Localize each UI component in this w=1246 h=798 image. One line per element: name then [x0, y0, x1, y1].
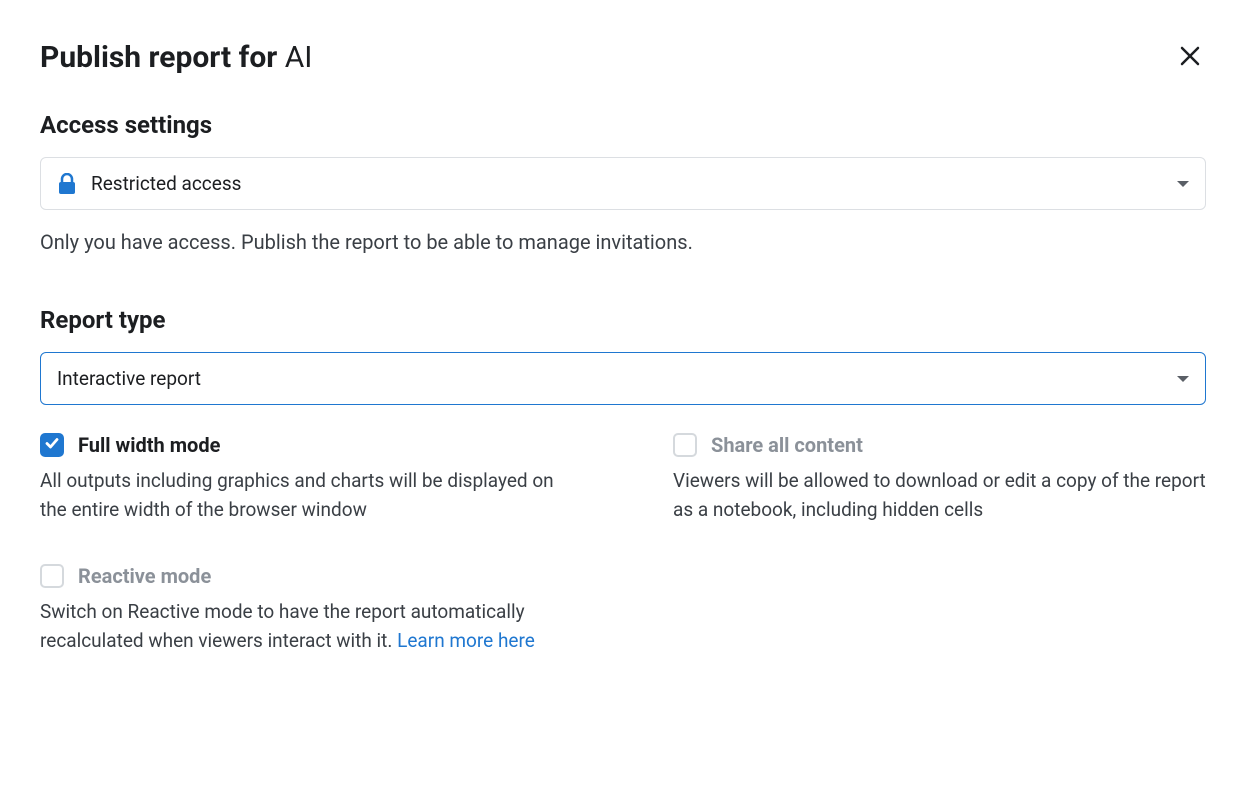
- share-all-checkbox[interactable]: [673, 433, 697, 457]
- reactive-checkbox[interactable]: [40, 564, 64, 588]
- close-button[interactable]: [1174, 40, 1206, 75]
- full-width-desc: All outputs including graphics and chart…: [40, 467, 573, 524]
- option-header: Full width mode: [40, 433, 573, 457]
- report-type-dropdown[interactable]: Interactive report: [40, 352, 1206, 405]
- share-all-label: Share all content: [711, 433, 863, 457]
- option-reactive: Reactive mode Switch on Reactive mode to…: [40, 564, 573, 655]
- access-dropdown[interactable]: Restricted access: [40, 157, 1206, 210]
- report-type-selected-value: Interactive report: [57, 367, 1163, 390]
- access-helper-text: Only you have access. Publish the report…: [40, 228, 1206, 256]
- dialog-header: Publish report for AI: [40, 40, 1206, 75]
- close-icon: [1178, 44, 1202, 71]
- lock-icon: [57, 173, 77, 195]
- full-width-label: Full width mode: [78, 433, 220, 457]
- title-prefix: Publish report for: [40, 40, 285, 75]
- option-header: Share all content: [673, 433, 1206, 457]
- option-header: Reactive mode: [40, 564, 573, 588]
- reactive-desc: Switch on Reactive mode to have the repo…: [40, 598, 573, 655]
- access-selected-value: Restricted access: [91, 172, 1163, 195]
- dialog-title: Publish report for AI: [40, 40, 312, 75]
- report-type-heading: Report type: [40, 306, 1206, 334]
- share-all-desc: Viewers will be allowed to download or e…: [673, 467, 1206, 524]
- option-full-width: Full width mode All outputs including gr…: [40, 433, 573, 524]
- chevron-down-icon: [1177, 376, 1189, 382]
- option-share-all: Share all content Viewers will be allowe…: [673, 433, 1206, 524]
- reactive-label: Reactive mode: [78, 564, 211, 588]
- check-icon: [44, 435, 60, 455]
- options-grid: Full width mode All outputs including gr…: [40, 433, 1206, 655]
- access-settings-heading: Access settings: [40, 111, 1206, 139]
- chevron-down-icon: [1177, 181, 1189, 187]
- title-suffix: AI: [285, 40, 313, 75]
- full-width-checkbox[interactable]: [40, 433, 64, 457]
- learn-more-link[interactable]: Learn more here: [397, 629, 535, 652]
